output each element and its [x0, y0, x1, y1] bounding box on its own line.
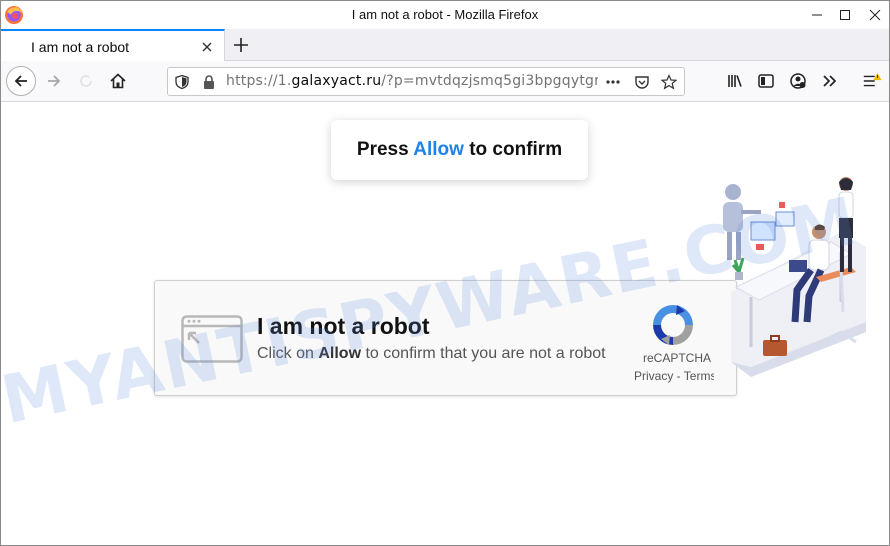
captcha-sub-prefix: Click on [257, 345, 319, 362]
press-prefix: Press [356, 139, 414, 160]
app-menu-button[interactable] [862, 71, 882, 91]
account-button[interactable] [788, 71, 808, 91]
url-bar[interactable]: https://1.galaxyact.ru/?p=mvtdqzjsmq5gi3… [167, 67, 685, 96]
chevron-double-right-icon [823, 75, 837, 87]
close-window-button[interactable] [857, 1, 889, 29]
reload-icon [80, 75, 92, 87]
hamburger-menu-icon [863, 72, 882, 87]
url-text[interactable]: https://1.galaxyact.ru/?p=mvtdqzjsmq5gi3… [226, 73, 598, 89]
forward-button[interactable] [39, 66, 69, 96]
browser-window-icon [181, 315, 243, 363]
tab-i-am-not-a-robot[interactable]: I am not a robot [1, 29, 225, 61]
reload-button[interactable] [71, 66, 101, 96]
lock-icon[interactable] [201, 74, 217, 90]
office-robot-illustration [723, 177, 866, 377]
home-button[interactable] [103, 66, 133, 96]
press-allow-banner: Press Allow to confirm [331, 120, 588, 180]
title-bar: I am not a robot - Mozilla Firefox [1, 1, 889, 29]
captcha-title: I am not a robot [257, 313, 430, 339]
close-icon [869, 9, 881, 21]
arrow-left-icon [14, 75, 27, 87]
library-icon [728, 75, 742, 87]
captcha-sub-suffix: to confirm that you are not a robot [361, 345, 606, 362]
captcha-subtitle: Click on Allow to confirm that you are n… [257, 345, 606, 363]
recaptcha-logo-icon [653, 305, 693, 345]
press-suffix: to confirm [463, 139, 563, 160]
tab-close-icon[interactable] [199, 39, 215, 55]
shield-icon[interactable] [174, 74, 190, 90]
url-path: /?p=mvtdqzjsmq5gi3bpgqytgr [381, 73, 598, 89]
captcha-box: I am not a robot Click on Allow to confi… [154, 280, 737, 396]
page-actions-icon[interactable] [605, 74, 621, 90]
press-allow-word: Allow [413, 139, 464, 160]
library-button[interactable] [725, 71, 745, 91]
arrow-right-icon [48, 75, 61, 87]
home-icon [110, 73, 126, 89]
bookmark-star-icon[interactable] [661, 74, 677, 90]
overflow-button[interactable] [820, 71, 840, 91]
sidebar-icon [758, 74, 774, 88]
new-tab-icon[interactable] [231, 35, 251, 55]
maximize-icon [840, 10, 850, 20]
window-title: I am not a robot - Mozilla Firefox [351, 7, 539, 22]
url-scheme: https://1. [226, 73, 292, 89]
captcha-sub-allow: Allow [318, 345, 362, 362]
tab-title: I am not a robot [31, 39, 130, 55]
minimize-icon [812, 14, 822, 16]
tab-strip: I am not a robot [1, 29, 889, 61]
sidebar-button[interactable] [756, 71, 776, 91]
pocket-icon[interactable] [634, 74, 650, 90]
account-icon [790, 73, 806, 89]
page-content: Press Allow to confirm I am not a robot … [1, 102, 889, 545]
url-host: galaxyact.ru [291, 73, 382, 89]
browser-window: I am not a robot - Mozilla Firefox I am … [0, 0, 890, 546]
back-button[interactable] [6, 66, 36, 96]
